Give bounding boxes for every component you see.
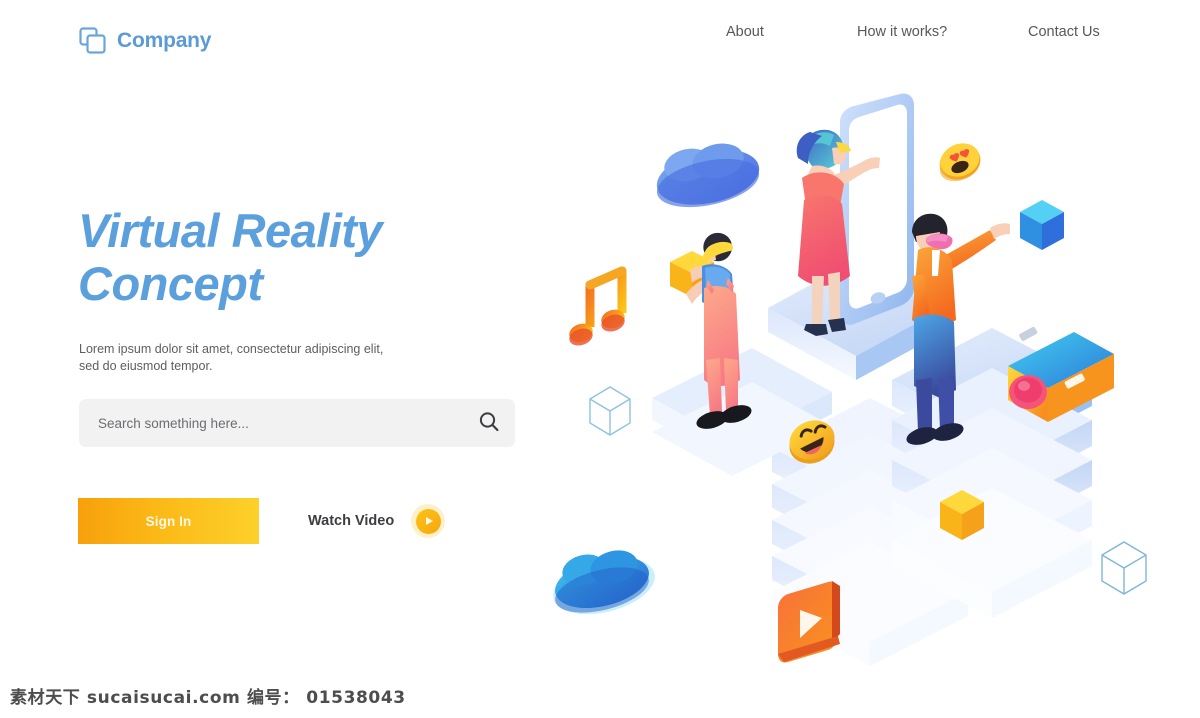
search-input[interactable] xyxy=(79,399,463,447)
wireframe-cube-outline-icon xyxy=(589,386,631,436)
search-icon xyxy=(477,410,501,437)
sign-in-button[interactable]: Sign In xyxy=(78,498,259,544)
smartphone-isometric xyxy=(840,93,914,325)
two-overlapping-squares-icon xyxy=(78,26,108,56)
cloud-blue-icon xyxy=(656,143,760,208)
play-icon-core xyxy=(415,508,441,534)
page-header: Company About How it works? Contact Us xyxy=(0,0,1200,88)
nav-link-contact-us[interactable]: Contact Us xyxy=(1028,24,1100,40)
blue-cube-icon xyxy=(1020,200,1064,250)
heart-eyes-emoji-icon xyxy=(939,143,981,182)
music-note-icon xyxy=(569,266,627,346)
brand-logo[interactable]: Company xyxy=(78,26,211,56)
page-title: Virtual Reality Concept xyxy=(78,204,383,310)
search-button[interactable] xyxy=(463,399,515,447)
search-bar[interactable] xyxy=(79,399,515,447)
camera-icon xyxy=(1008,326,1114,422)
brand-name: Company xyxy=(117,29,212,52)
cloud-teal-icon xyxy=(553,550,655,615)
hero-illustration xyxy=(540,80,1200,670)
illustration-svg xyxy=(553,93,1147,666)
hero-section: Virtual Reality Concept Lorem ipsum dolo… xyxy=(78,204,518,373)
watch-video-button[interactable]: Watch Video xyxy=(308,504,446,538)
nav-link-about[interactable]: About xyxy=(726,24,764,40)
play-icon[interactable] xyxy=(411,504,446,538)
hero-subtitle: Lorem ipsum dolor sit amet, consectetur … xyxy=(79,342,384,373)
play-triangle-icon xyxy=(425,517,433,525)
nav-link-how-it-works[interactable]: How it works? xyxy=(857,24,947,40)
watermark-text: 素材天下 sucaisucai.com 编号： 01538043 xyxy=(10,688,406,708)
watch-video-label: Watch Video xyxy=(308,513,395,529)
cta-row: Sign In Watch Video xyxy=(78,498,446,544)
wireframe-cube-outline-icon-2 xyxy=(1101,541,1147,595)
